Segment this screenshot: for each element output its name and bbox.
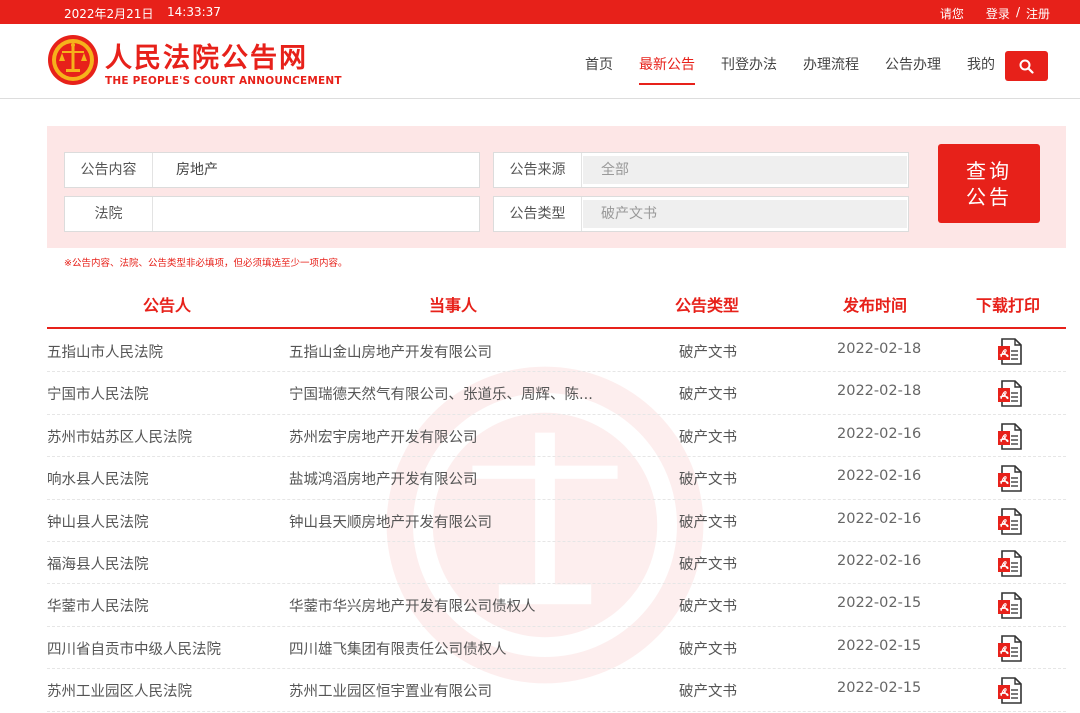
source-field: 公告来源 全部 xyxy=(493,152,909,188)
pdf-file-icon[interactable] xyxy=(997,422,1023,450)
main-nav: 首页 最新公告 刊登办法 办理流程 公告办理 我的 xyxy=(572,24,1008,99)
site-title[interactable]: 人民法院公告网 xyxy=(105,36,308,75)
type-cell: 破产文书 xyxy=(679,514,737,531)
date-cell: 2022-02-16 xyxy=(837,468,922,485)
type-cell: 破产文书 xyxy=(679,472,737,489)
nav-item-handle[interactable]: 公告办理 xyxy=(872,24,954,99)
type-cell: 破产文书 xyxy=(679,684,737,701)
greeting-text: 请您 xyxy=(939,7,964,21)
party-cell[interactable]: 宁国瑞德天然气有限公司、张道乐、周辉、陈... xyxy=(289,383,619,404)
search-hint: ※公告内容、法院、公告类型非必填项，但必须填选至少一项内容。 xyxy=(64,258,348,269)
nav-item-mine[interactable]: 我的 xyxy=(954,24,1008,99)
date-cell: 2022-02-16 xyxy=(837,552,922,569)
current-time: 14:33:37 xyxy=(167,5,221,19)
search-icon xyxy=(1019,59,1034,74)
party-cell[interactable]: 苏州宏宇房地产开发有限公司 xyxy=(289,426,619,447)
nav-item-publish-method[interactable]: 刊登办法 xyxy=(708,24,790,99)
court-emblem-icon[interactable] xyxy=(47,34,99,86)
announcer-cell[interactable]: 苏州市姑苏区人民法院 xyxy=(47,426,277,447)
register-link[interactable]: 注册 xyxy=(1026,5,1050,22)
type-cell: 破产文书 xyxy=(679,599,737,616)
source-label: 公告来源 xyxy=(494,153,582,187)
site-header: 人民法院公告网 THE PEOPLE'S COURT ANNOUNCEMENT … xyxy=(0,24,1080,99)
announcer-cell[interactable]: 五指山市人民法院 xyxy=(47,341,277,362)
table-row: 四川省自贡市中级人民法院 四川雄飞集团有限责任公司债权人 破产文书 2022-0… xyxy=(47,627,1066,670)
announcer-cell[interactable]: 苏州工业园区人民法院 xyxy=(47,680,277,701)
table-row: 福海县人民法院 破产文书 2022-02-16 xyxy=(47,542,1066,585)
column-header-download: 下载打印 xyxy=(976,296,1041,315)
content-field: 公告内容 房地产 xyxy=(64,152,480,188)
table-row: 苏州工业园区人民法院 苏州工业园区恒宇置业有限公司 破产文书 2022-02-1… xyxy=(47,669,1066,712)
type-cell: 破产文书 xyxy=(679,429,737,446)
pdf-file-icon[interactable] xyxy=(997,592,1023,620)
type-cell: 破产文书 xyxy=(679,641,737,658)
link-separator: / xyxy=(1015,5,1020,19)
announcement-table: 五指山市人民法院 五指山金山房地产开发有限公司 破产文书 2022-02-18 … xyxy=(47,330,1066,712)
table-row: 苏州市姑苏区人民法院 苏州宏宇房地产开发有限公司 破产文书 2022-02-16 xyxy=(47,415,1066,458)
query-button-line2: 公告 xyxy=(966,185,1012,209)
party-cell[interactable]: 四川雄飞集团有限责任公司债权人 xyxy=(289,638,619,659)
announcer-cell[interactable]: 四川省自贡市中级人民法院 xyxy=(47,638,277,659)
announcer-cell[interactable]: 响水县人民法院 xyxy=(47,468,277,489)
table-row: 钟山县人民法院 钟山县天顺房地产开发有限公司 破产文书 2022-02-16 xyxy=(47,500,1066,542)
search-button[interactable] xyxy=(1005,51,1048,81)
account-links: 请您 登录 / 注册 xyxy=(940,5,1050,22)
pdf-file-icon[interactable] xyxy=(997,380,1023,408)
announcer-cell[interactable]: 宁国市人民法院 xyxy=(47,383,277,404)
site-subtitle: THE PEOPLE'S COURT ANNOUNCEMENT xyxy=(105,75,342,87)
party-cell[interactable]: 华蓥市华兴房地产开发有限公司债权人 xyxy=(289,595,619,616)
date-cell: 2022-02-16 xyxy=(837,425,922,442)
pdf-file-icon[interactable] xyxy=(997,465,1023,492)
announcer-cell[interactable]: 华蓥市人民法院 xyxy=(47,595,277,616)
nav-item-process[interactable]: 办理流程 xyxy=(790,24,872,99)
date-cell: 2022-02-18 xyxy=(837,341,922,357)
court-label: 法院 xyxy=(65,197,153,231)
query-button-line1: 查询 xyxy=(966,159,1012,183)
date-cell: 2022-02-18 xyxy=(837,383,922,400)
announcer-cell[interactable]: 钟山县人民法院 xyxy=(47,511,277,532)
party-cell[interactable]: 盐城鸿滔房地产开发有限公司 xyxy=(289,468,619,489)
column-header-party: 当事人 xyxy=(429,296,478,315)
nav-item-latest[interactable]: 最新公告 xyxy=(626,24,708,99)
date-cell: 2022-02-15 xyxy=(837,595,922,612)
table-row: 宁国市人民法院 宁国瑞德天然气有限公司、张道乐、周辉、陈... 破产文书 202… xyxy=(47,372,1066,415)
content-label: 公告内容 xyxy=(65,153,153,187)
pdf-file-icon[interactable] xyxy=(997,677,1023,704)
table-row: 响水县人民法院 盐城鸿滔房地产开发有限公司 破产文书 2022-02-16 xyxy=(47,457,1066,500)
pdf-file-icon[interactable] xyxy=(997,550,1023,577)
type-cell: 破产文书 xyxy=(679,387,737,404)
type-label: 公告类型 xyxy=(494,197,582,231)
date-cell: 2022-02-16 xyxy=(837,510,922,527)
table-header: 公告人 当事人 公告类型 发布时间 下载打印 xyxy=(47,280,1066,329)
party-cell[interactable]: 苏州工业园区恒宇置业有限公司 xyxy=(289,680,619,701)
content-input[interactable]: 房地产 xyxy=(176,153,466,187)
login-link[interactable]: 登录 xyxy=(986,5,1010,22)
pdf-file-icon[interactable] xyxy=(997,634,1023,662)
court-input[interactable] xyxy=(176,197,466,231)
table-row: 五指山市人民法院 五指山金山房地产开发有限公司 破产文书 2022-02-18 xyxy=(47,330,1066,373)
column-header-announcer: 公告人 xyxy=(143,296,192,315)
column-header-type: 公告类型 xyxy=(675,296,740,315)
date-cell: 2022-02-15 xyxy=(837,637,922,654)
search-panel: 公告内容 房地产 法院 公告来源 全部 公告类型 破产文书 查询 公告 xyxy=(47,126,1066,248)
nav-item-home[interactable]: 首页 xyxy=(572,24,626,99)
pdf-file-icon[interactable] xyxy=(997,507,1023,535)
column-header-date: 发布时间 xyxy=(843,296,908,315)
court-field: 法院 xyxy=(64,196,480,232)
table-row: 华蓥市人民法院 华蓥市华兴房地产开发有限公司债权人 破产文书 2022-02-1… xyxy=(47,584,1066,627)
query-button[interactable]: 查询 公告 xyxy=(938,144,1040,223)
current-date: 2022年2月21日 xyxy=(64,7,154,21)
pdf-file-icon[interactable] xyxy=(997,338,1023,365)
type-cell: 破产文书 xyxy=(679,345,737,361)
date-cell: 2022-02-15 xyxy=(837,680,922,697)
top-bar: 2022年2月21日 14:33:37 请您 登录 / 注册 xyxy=(0,0,1080,24)
announcer-cell[interactable]: 福海县人民法院 xyxy=(47,553,277,574)
type-field: 公告类型 破产文书 xyxy=(493,196,909,232)
type-select[interactable]: 破产文书 xyxy=(583,200,907,228)
party-cell[interactable]: 钟山县天顺房地产开发有限公司 xyxy=(289,511,619,532)
source-select[interactable]: 全部 xyxy=(583,156,907,184)
party-cell[interactable]: 五指山金山房地产开发有限公司 xyxy=(289,341,619,362)
type-cell: 破产文书 xyxy=(679,556,737,573)
